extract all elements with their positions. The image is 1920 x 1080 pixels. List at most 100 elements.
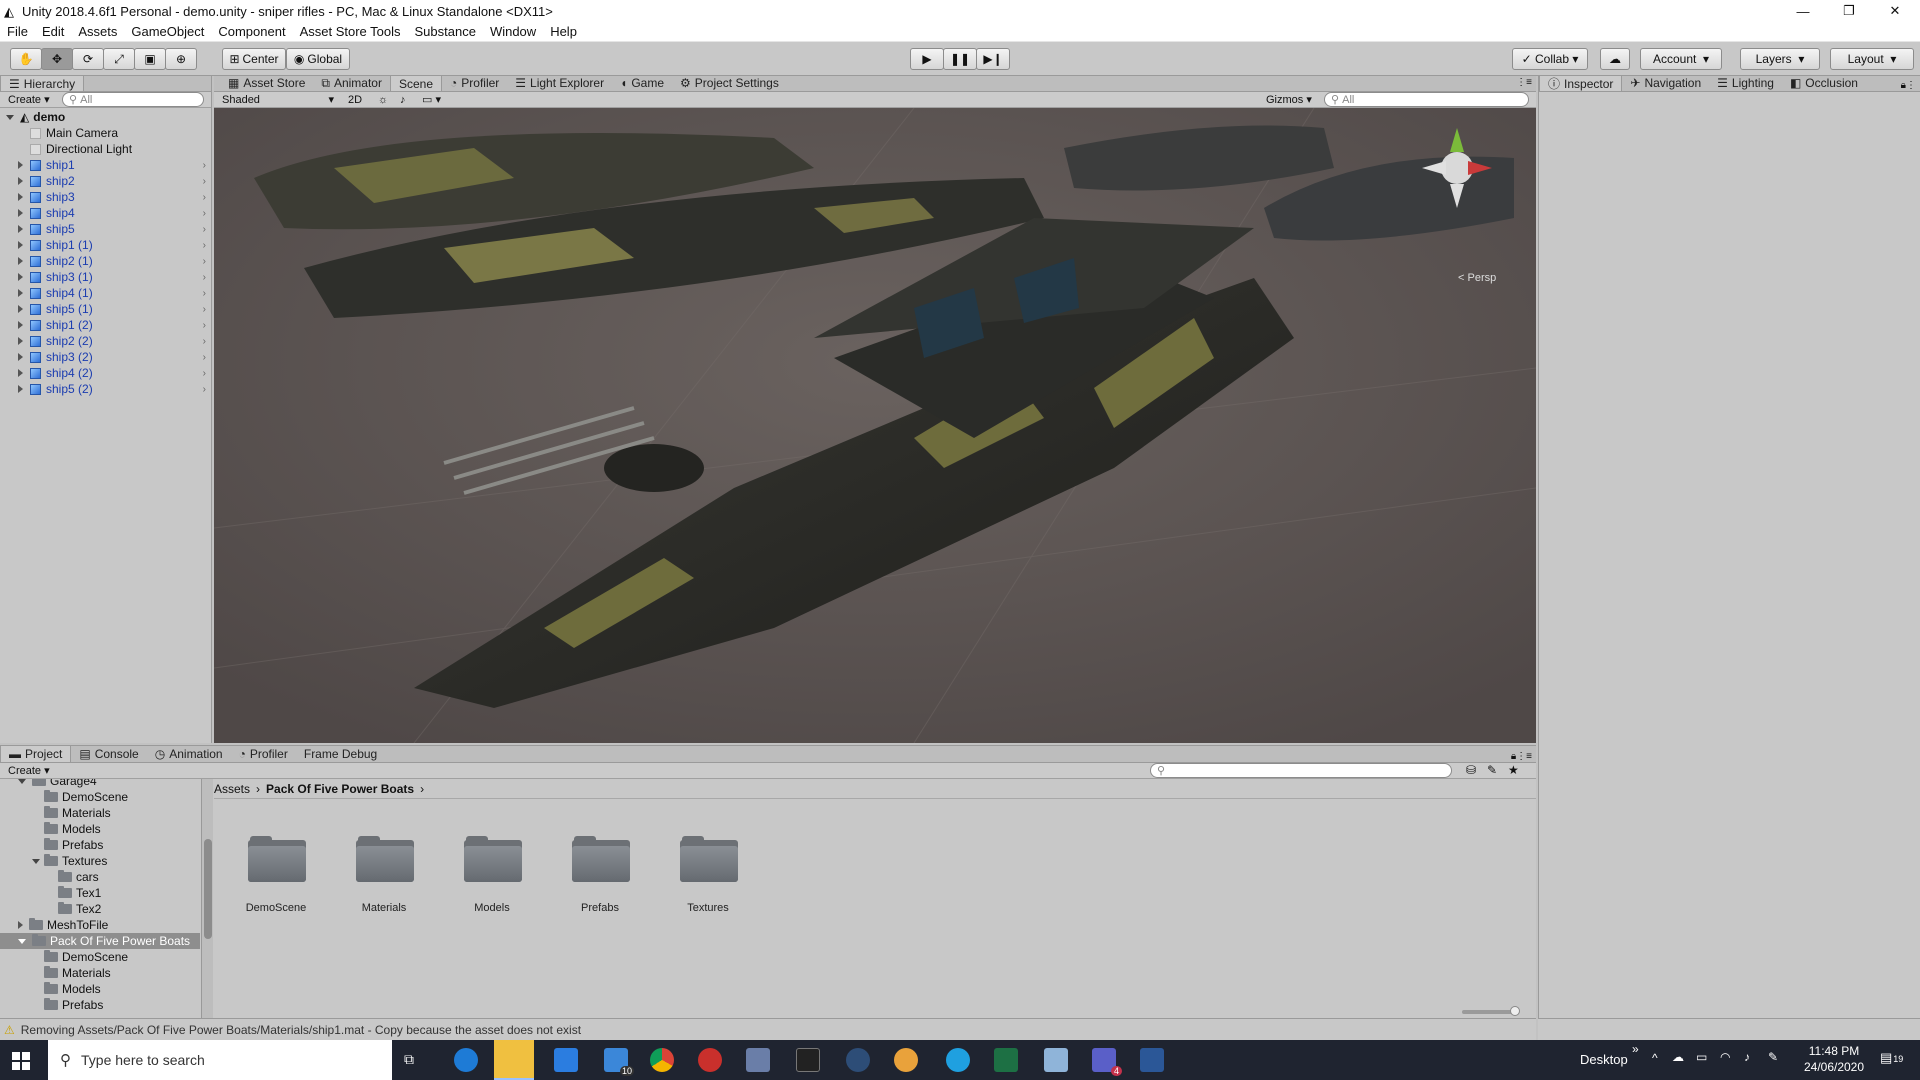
play-button[interactable]: ▶ [910, 48, 944, 70]
substance-icon[interactable] [698, 1048, 722, 1072]
collab-button[interactable]: ✓ Collab ▾ [1512, 48, 1588, 70]
tab-navigation[interactable]: ✈ Navigation [1622, 75, 1709, 91]
tree-item-folder[interactable]: Tex2 [58, 901, 101, 917]
chevron-icon[interactable]: » [1632, 1042, 1639, 1056]
app-icon[interactable] [746, 1048, 770, 1072]
tab-project[interactable]: ▬ Project [0, 745, 72, 762]
2d-toggle[interactable]: 2D [344, 92, 370, 107]
audio-toggle[interactable]: ♪ [396, 92, 416, 107]
cloud-button[interactable]: ☁ [1600, 48, 1630, 70]
thumbnail-size-slider[interactable] [1462, 1006, 1520, 1016]
project-create-dropdown[interactable]: Create ▾ [4, 763, 58, 778]
hierarchy-item-ship[interactable]: ship1 (2) › [0, 317, 210, 333]
tab-game[interactable]: ◖ Game [612, 75, 672, 91]
account-dropdown[interactable]: Account ▾ [1640, 48, 1722, 70]
pivot-global-button[interactable]: ◉ Global [286, 48, 350, 70]
app-icon[interactable] [894, 1048, 918, 1072]
tab-occlusion[interactable]: ◧ Occlusion [1782, 75, 1866, 91]
hierarchy-item-ship[interactable]: ship5 › [0, 221, 210, 237]
hierarchy-item-ship[interactable]: ship2 (1) › [0, 253, 210, 269]
tab-animation[interactable]: ◷ Animation [147, 745, 231, 762]
pen-icon[interactable]: ✎ [1768, 1050, 1778, 1064]
scene-viewport[interactable]: < Persp [214, 108, 1536, 743]
word-icon[interactable] [1140, 1048, 1164, 1072]
shading-mode-dropdown[interactable]: Shaded ▾ [218, 92, 338, 107]
hierarchy-item-ship[interactable]: ship3 › [0, 189, 210, 205]
tree-item-folder[interactable]: DemoScene [44, 949, 128, 965]
windows-start-icon[interactable] [12, 1052, 30, 1070]
tree-item-folder[interactable]: Materials [44, 965, 111, 981]
hierarchy-item-ship[interactable]: ship1 › [0, 157, 210, 173]
edge-icon[interactable] [454, 1048, 478, 1072]
chrome-icon[interactable] [650, 1048, 674, 1072]
layers-dropdown[interactable]: Layers ▾ [1740, 48, 1820, 70]
tree-item-folder[interactable]: cars [58, 869, 99, 885]
hierarchy-item-main-camera[interactable]: Main Camera [0, 125, 210, 141]
asset-folder-prefabs[interactable]: Prefabs [550, 836, 650, 916]
breadcrumb-assets[interactable]: Assets [214, 782, 250, 796]
status-message[interactable]: Removing Assets/Pack Of Five Power Boats… [21, 1023, 581, 1037]
hierarchy-item-directional-light[interactable]: Directional Light [0, 141, 210, 157]
tree-item-folder[interactable]: Models [44, 821, 101, 837]
panel-menu-icon[interactable]: 🔒︎⋮≡ [1511, 751, 1532, 762]
tab-inspector[interactable]: ⓘ Inspector [1539, 75, 1623, 91]
mail-icon[interactable]: 10 [604, 1048, 634, 1076]
app-icon[interactable] [1044, 1048, 1068, 1072]
hierarchy-item-ship[interactable]: ship1 (1) › [0, 237, 210, 253]
tree-scrollbar-thumb[interactable] [204, 839, 212, 939]
task-view-icon[interactable]: ⧉ [404, 1051, 414, 1068]
scene-search-input[interactable]: ⚲ All [1324, 92, 1529, 107]
asset-folder-textures[interactable]: Textures [658, 836, 758, 916]
filter-by-type-icon[interactable]: ⛁ [1466, 763, 1476, 777]
file-explorer-icon[interactable] [494, 1040, 534, 1080]
tree-item-meshtofile[interactable]: MeshToFile [18, 917, 108, 933]
teams-icon[interactable]: 4 [1092, 1048, 1122, 1076]
hierarchy-create-dropdown[interactable]: Create ▾ [4, 92, 54, 107]
tab-animator[interactable]: ⧉ Animator [313, 75, 390, 91]
skype-icon[interactable] [946, 1048, 970, 1072]
panel-menu-icon[interactable]: ⋮≡ [1516, 77, 1532, 88]
step-button[interactable]: ▶❙ [976, 48, 1010, 70]
favorite-icon[interactable]: ★ [1508, 763, 1519, 777]
volume-icon[interactable]: ♪ [1744, 1050, 1750, 1064]
tab-hierarchy[interactable]: ☰ Hierarchy [0, 75, 85, 91]
hierarchy-item-ship[interactable]: ship4 › [0, 205, 210, 221]
menu-asset-store-tools[interactable]: Asset Store Tools [293, 24, 408, 39]
hand-tool-button[interactable]: ✋ [10, 48, 42, 70]
move-tool-button[interactable]: ✥ [41, 48, 73, 70]
tray-overflow-icon[interactable]: ^ [1652, 1051, 1658, 1065]
excel-icon[interactable] [994, 1048, 1018, 1072]
tree-item-folder[interactable]: DemoScene [44, 789, 128, 805]
transform-tool-button[interactable]: ⊕ [165, 48, 197, 70]
menu-assets[interactable]: Assets [71, 24, 124, 39]
close-button[interactable]: ✕ [1872, 0, 1918, 22]
menu-window[interactable]: Window [483, 24, 543, 39]
notification-center-icon[interactable]: ▤19 [1880, 1050, 1903, 1066]
tab-asset-store[interactable]: ▦ Asset Store [220, 75, 313, 91]
tab-profiler-bottom[interactable]: ◔ Profiler [231, 745, 296, 762]
tree-item-folder[interactable]: Tex1 [58, 885, 101, 901]
hierarchy-item-ship[interactable]: ship4 (2) › [0, 365, 210, 381]
desktop-toolbar-label[interactable]: Desktop [1580, 1052, 1628, 1067]
tab-frame-debug[interactable]: Frame Debug [296, 745, 385, 762]
tab-project-settings[interactable]: ⚙ Project Settings [672, 75, 787, 91]
perspective-label[interactable]: < Persp [1458, 272, 1496, 284]
tab-console[interactable]: ▤ Console [71, 745, 146, 762]
slider-thumb[interactable] [1510, 1006, 1520, 1016]
scene-root[interactable]: ◭ demo [0, 109, 210, 125]
pause-button[interactable]: ❚❚ [943, 48, 977, 70]
asset-folder-materials[interactable]: Materials [334, 836, 434, 916]
menu-edit[interactable]: Edit [35, 24, 71, 39]
hierarchy-item-ship[interactable]: ship3 (2) › [0, 349, 210, 365]
hierarchy-item-ship[interactable]: ship5 (2) › [0, 381, 210, 397]
layout-dropdown[interactable]: Layout ▾ [1830, 48, 1914, 70]
tree-scrollbar[interactable] [201, 779, 213, 1019]
tree-item-folder[interactable]: Prefabs [44, 837, 103, 853]
asset-folder-models[interactable]: Models [442, 836, 542, 916]
gizmos-dropdown[interactable]: Gizmos ▾ [1262, 92, 1312, 107]
tree-item-textures[interactable]: Textures [32, 853, 107, 869]
store-icon[interactable] [554, 1048, 578, 1072]
menu-substance[interactable]: Substance [408, 24, 483, 39]
rotate-tool-button[interactable]: ⟳ [72, 48, 104, 70]
onedrive-icon[interactable]: ☁ [1672, 1050, 1684, 1064]
